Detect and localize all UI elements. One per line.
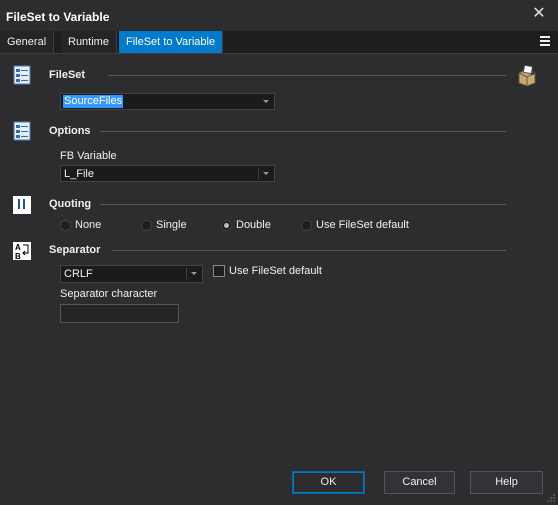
- separator-default-checkbox[interactable]: [213, 265, 225, 277]
- dialog-content: FileSet SourceFiles Options FB Variable …: [0, 54, 558, 505]
- radio-dot[interactable]: [141, 220, 152, 231]
- tab-menu-icon[interactable]: [540, 36, 550, 48]
- tab-fileset-to-variable[interactable]: FileSet to Variable: [119, 31, 224, 53]
- tab-general[interactable]: General: [0, 31, 55, 53]
- fb-variable-value: L_File: [64, 168, 94, 180]
- options-section-title: Options: [49, 125, 91, 137]
- separator-value: CRLF: [64, 268, 93, 280]
- tab-runtime[interactable]: Runtime: [61, 31, 117, 53]
- svg-text:B: B: [15, 252, 21, 261]
- radio-dot[interactable]: [301, 220, 312, 231]
- section-divider: [112, 250, 506, 251]
- chevron-down-icon[interactable]: [259, 94, 274, 109]
- ok-button[interactable]: OK: [292, 471, 365, 494]
- help-button[interactable]: Help: [470, 471, 543, 494]
- tab-bar: General Runtime FileSet to Variable: [0, 31, 558, 54]
- radio-label: Double: [236, 219, 271, 231]
- svg-text:A: A: [15, 243, 21, 252]
- fileset-combo[interactable]: SourceFiles: [60, 93, 275, 110]
- title-bar: FileSet to Variable ✕: [0, 0, 558, 31]
- section-divider: [108, 75, 506, 76]
- separator-icon: A B: [13, 242, 31, 261]
- fb-variable-label: FB Variable: [60, 150, 117, 162]
- separator-char-input[interactable]: [60, 304, 179, 323]
- section-divider: [100, 204, 506, 205]
- radio-dot-selected[interactable]: [221, 220, 232, 231]
- fileset-section-title: FileSet: [49, 69, 86, 81]
- radio-label: Single: [156, 219, 187, 231]
- close-icon[interactable]: ✕: [530, 5, 548, 23]
- properties-icon: [13, 121, 31, 141]
- chevron-down-icon[interactable]: [187, 266, 202, 281]
- separator-char-label: Separator character: [60, 288, 158, 300]
- quoting-section-title: Quoting: [49, 198, 92, 210]
- radio-label: None: [75, 219, 102, 231]
- fileset-value: SourceFiles: [63, 95, 124, 108]
- window-title: FileSet to Variable: [6, 10, 110, 24]
- chevron-down-icon[interactable]: [259, 166, 274, 181]
- radio-label: Use FileSet default: [316, 219, 409, 231]
- separator-combo[interactable]: CRLF: [60, 265, 203, 283]
- fb-variable-combo[interactable]: L_File: [60, 165, 275, 182]
- separator-section-title: Separator: [49, 244, 101, 256]
- cancel-button[interactable]: Cancel: [384, 471, 455, 494]
- quote-icon: [13, 196, 31, 214]
- radio-dot[interactable]: [60, 220, 71, 231]
- properties-icon: [13, 65, 31, 85]
- resize-grip-icon[interactable]: [546, 493, 556, 503]
- separator-default-label: Use FileSet default: [229, 265, 322, 277]
- section-divider: [100, 131, 506, 132]
- fileset-icon: [518, 65, 536, 87]
